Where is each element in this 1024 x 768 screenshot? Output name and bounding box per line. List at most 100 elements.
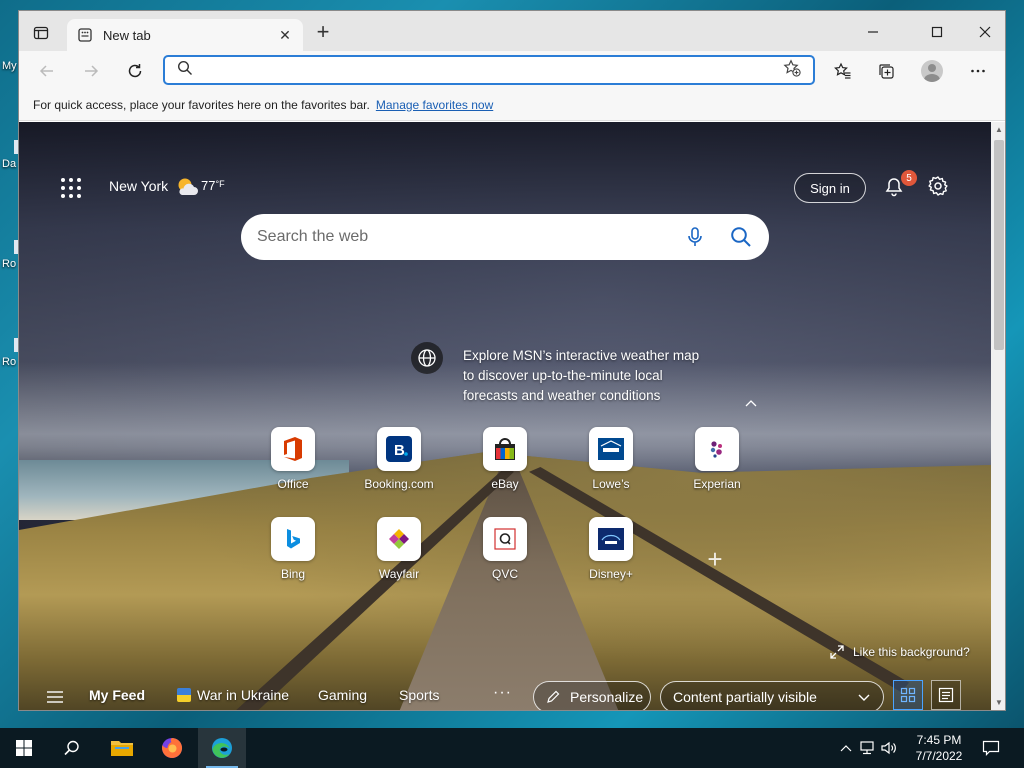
refresh-button[interactable]: [121, 57, 149, 85]
scroll-down-arrow[interactable]: ▼: [994, 698, 1004, 708]
favorites-bar: For quick access, place your favorites h…: [19, 89, 1005, 121]
content-visibility-dropdown[interactable]: Content partially visible: [660, 681, 884, 710]
address-bar[interactable]: [163, 55, 815, 85]
feed-tab-my-feed[interactable]: My Feed: [89, 687, 145, 703]
avatar: [921, 60, 943, 82]
quick-link-disney-plus[interactable]: Disney+: [566, 517, 656, 597]
add-favorite-icon[interactable]: [783, 58, 801, 82]
quick-link-wayfair[interactable]: Wayfair: [354, 517, 444, 597]
manage-favorites-link[interactable]: Manage favorites now: [376, 98, 493, 112]
ebay-icon: [483, 427, 527, 471]
feed-tab-war-in-ukraine[interactable]: War in Ukraine: [177, 687, 289, 703]
weather-map-promo[interactable]: Explore MSN’s interactive weather map to…: [463, 346, 723, 406]
scrollbar-thumb[interactable]: [994, 140, 1004, 350]
wayfair-icon: [377, 517, 421, 561]
page-settings-gear-icon[interactable]: [927, 175, 949, 197]
more-topics-button[interactable]: ···: [493, 684, 512, 702]
personalize-button[interactable]: Personalize: [533, 681, 651, 710]
like-background-link[interactable]: Like this background?: [829, 644, 970, 660]
quick-link-experian[interactable]: Experian: [672, 427, 762, 507]
taskbar-clock[interactable]: 7:45 PM 7/7/2022: [906, 732, 972, 764]
network-icon[interactable]: [856, 741, 878, 755]
weather-location[interactable]: New York: [109, 178, 168, 194]
quick-link-booking[interactable]: B Booking.com: [354, 427, 444, 507]
tab-bar: New tab ✕ +: [19, 11, 1005, 51]
feed-tab-gaming[interactable]: Gaming: [318, 687, 367, 703]
like-background-label: Like this background?: [853, 645, 970, 659]
feed-tab-sports[interactable]: Sports: [399, 687, 439, 703]
quick-link-label: eBay: [491, 477, 519, 491]
web-search-input[interactable]: [257, 228, 661, 246]
maximize-button[interactable]: [917, 19, 957, 45]
grid-icon: [900, 687, 916, 703]
quick-link-label: Wayfair: [378, 567, 420, 581]
globe-icon[interactable]: [411, 342, 443, 374]
quick-link-label: QVC: [491, 567, 518, 581]
browser-toolbar: [19, 51, 1005, 89]
qvc-icon: [483, 517, 527, 561]
firefox-icon: [162, 737, 183, 758]
start-button[interactable]: [0, 728, 48, 768]
forward-button[interactable]: [77, 57, 105, 85]
browser-window: New tab ✕ + For quick access, place your…: [18, 10, 1006, 711]
firefox-button[interactable]: [148, 728, 196, 768]
file-explorer-button[interactable]: [98, 728, 146, 768]
temperature-value: 77: [201, 178, 216, 193]
search-icon: [177, 60, 193, 81]
close-tab-icon[interactable]: ✕: [277, 27, 293, 43]
desktop-label: Ro: [2, 356, 17, 368]
desktop-label: My: [2, 60, 17, 72]
partly-sunny-icon[interactable]: [175, 176, 199, 198]
profile-button[interactable]: [918, 57, 946, 85]
chevron-up-icon[interactable]: [743, 396, 759, 408]
grid-layout-button[interactable]: [893, 680, 923, 710]
quick-link-bing[interactable]: Bing: [248, 517, 338, 597]
notification-badge: 5: [901, 170, 917, 186]
desktop-label: Ro: [2, 258, 17, 270]
promo-line: Explore MSN’s interactive weather map: [463, 348, 700, 363]
show-hidden-icons-chevron-icon[interactable]: [836, 744, 856, 752]
promo-line: to discover up-to-the-minute local: [463, 368, 663, 383]
collections-button[interactable]: [872, 57, 900, 85]
weather-temperature[interactable]: 77°F: [201, 178, 225, 193]
list-layout-button[interactable]: [931, 680, 961, 710]
quick-link-label: Lowe’s: [592, 477, 630, 491]
quick-link-lowes[interactable]: Lowe’s: [566, 427, 656, 507]
favorites-button[interactable]: [829, 57, 857, 85]
newtab-page-icon: [77, 27, 93, 43]
close-window-button[interactable]: [965, 19, 1005, 45]
quick-link-label: Experian: [693, 477, 741, 491]
quick-link-qvc[interactable]: QVC: [460, 517, 550, 597]
search-icon[interactable]: [729, 225, 753, 249]
add-site-button[interactable]: +: [703, 546, 727, 572]
tab-title: New tab: [103, 27, 151, 43]
tab-new-tab[interactable]: New tab ✕: [67, 19, 303, 51]
new-tab-button[interactable]: +: [313, 21, 333, 43]
folder-icon: [111, 741, 133, 756]
minimize-button[interactable]: [853, 19, 893, 45]
quick-link-office[interactable]: Office: [248, 427, 338, 507]
app-launcher-icon[interactable]: [61, 178, 81, 198]
content-visibility-value: Content partially visible: [673, 689, 817, 705]
edge-button[interactable]: [198, 728, 246, 768]
address-input[interactable]: [203, 62, 783, 78]
experian-icon: [695, 427, 739, 471]
sign-in-button[interactable]: Sign in: [794, 173, 866, 203]
tab-actions-icon[interactable]: [31, 23, 51, 43]
quick-link-ebay[interactable]: eBay: [460, 427, 550, 507]
taskbar-search-button[interactable]: [48, 728, 96, 768]
hamburger-menu-icon[interactable]: [47, 690, 63, 703]
quick-link-label: Disney+: [589, 567, 633, 581]
page-scrollbar[interactable]: ▲ ▼: [991, 122, 1005, 710]
scroll-up-arrow[interactable]: ▲: [994, 125, 1004, 135]
settings-more-button[interactable]: [964, 57, 992, 85]
volume-icon[interactable]: [878, 741, 900, 755]
new-tab-page: New York 77°F Sign in 5 Explore MSN’s in…: [19, 122, 991, 710]
web-search-box[interactable]: [241, 214, 769, 260]
favorites-bar-message: For quick access, place your favorites h…: [33, 97, 370, 112]
back-button[interactable]: [33, 57, 61, 85]
action-center-button[interactable]: [968, 728, 1014, 768]
microphone-icon[interactable]: [683, 225, 707, 249]
search-icon: [64, 740, 79, 756]
expand-icon: [829, 644, 845, 660]
